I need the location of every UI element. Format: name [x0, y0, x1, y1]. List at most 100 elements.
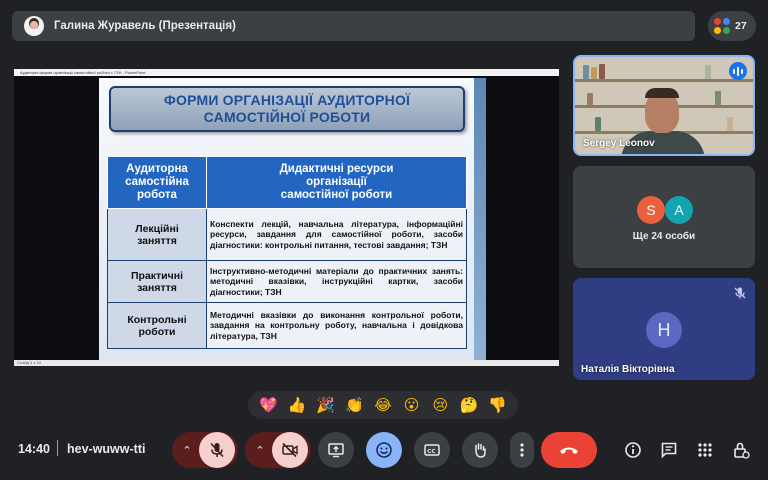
chevron-up-icon[interactable]: ⌃ — [248, 444, 272, 457]
present-button[interactable] — [318, 432, 354, 468]
participant-count: 27 — [735, 20, 747, 32]
book — [595, 117, 601, 131]
reaction-laugh[interactable]: 😂 — [372, 397, 394, 413]
participant-tile-others[interactable]: S A Ще 24 особи — [573, 166, 755, 268]
divider — [57, 440, 58, 456]
mic-off-icon — [734, 287, 746, 299]
participant-name: Наталія Вікторівна — [581, 364, 675, 375]
header-col1-line: робота — [137, 189, 177, 201]
table-header-col1: Аудиторна самостійна робота — [107, 156, 207, 209]
row-kind-line: Контрольні — [127, 313, 187, 326]
shared-window-title: Аудиторні форми організації самостійної … — [14, 69, 559, 76]
reaction-sad[interactable]: 😢 — [429, 397, 451, 413]
row-resources: Методичні вказівки до виконання контроль… — [206, 302, 467, 349]
presenter-avatar — [24, 16, 44, 36]
table-row: Практичні заняття Інструктивно-методичні… — [107, 260, 467, 303]
mic-off-icon — [210, 442, 224, 458]
slide-title-line1: ФОРМИ ОРГАНІЗАЦІЇ АУДИТОРНОЇ — [163, 92, 411, 108]
chat-icon — [661, 442, 677, 459]
book — [599, 64, 605, 79]
row-kind: Практичні заняття — [107, 260, 207, 303]
host-controls-button[interactable] — [731, 440, 751, 460]
row-kind: Лекційні заняття — [107, 208, 207, 261]
captions-icon: CC — [424, 444, 440, 456]
shared-screen: Аудиторні форми організації самостійної … — [14, 69, 559, 366]
row-resources: Конспекти лекцій, навчальна література, … — [206, 208, 467, 261]
slide-decoration — [474, 78, 486, 360]
meeting-code: hev-wuww-tti — [67, 442, 146, 456]
camera-control: ⌃ — [245, 432, 311, 468]
row-kind: Контрольні роботи — [107, 302, 207, 349]
header-col1-line: Аудиторна — [126, 163, 188, 175]
captions-button[interactable]: CC — [414, 432, 450, 468]
reaction-thinking[interactable]: 🤔 — [458, 397, 480, 413]
reaction-thumbs-up[interactable]: 👍 — [286, 397, 308, 413]
camera-toggle-button[interactable] — [272, 432, 308, 468]
bookshelf — [575, 79, 753, 82]
chat-button[interactable] — [659, 440, 679, 460]
slide-table: Аудиторна самостійна робота Дидактичні р… — [107, 156, 467, 349]
row-resources: Інструктивно-методичні матеріали до прак… — [206, 260, 467, 303]
leave-call-button[interactable] — [541, 432, 597, 468]
header-col1-line: самостійна — [125, 176, 189, 188]
reaction-clap[interactable]: 👏 — [343, 397, 365, 413]
reaction-surprised[interactable]: 😮 — [401, 397, 423, 413]
others-count-label: Ще 24 особи — [632, 231, 696, 242]
row-kind-line: Практичні — [130, 269, 183, 282]
row-kind-line: заняття — [137, 234, 177, 247]
participants-button[interactable]: 27 — [708, 11, 756, 41]
participant-tile-natalia[interactable]: Н Наталія Вікторівна — [573, 278, 755, 380]
presentation-slide: ФОРМИ ОРГАНІЗАЦІЇ АУДИТОРНОЇ САМОСТІЙНОЇ… — [99, 78, 474, 360]
table-header-row: Аудиторна самостійна робота Дидактичні р… — [107, 156, 467, 209]
svg-text:CC: CC — [427, 449, 435, 455]
avatar: Н — [646, 312, 682, 348]
book — [587, 93, 593, 105]
header-col2-line: самостійної роботи — [280, 189, 393, 201]
mic-control: ⌃ — [172, 432, 238, 468]
activities-icon — [698, 443, 712, 457]
slide-title: ФОРМИ ОРГАНІЗАЦІЇ АУДИТОРНОЇ САМОСТІЙНОЇ… — [109, 86, 465, 132]
presenter-name: Галина Журавель (Презентація) — [54, 20, 236, 32]
presenter-bar: Галина Журавель (Презентація) — [12, 11, 695, 41]
more-options-icon — [520, 443, 524, 457]
book — [583, 65, 589, 79]
reaction-thumbs-down[interactable]: 👎 — [487, 397, 509, 413]
chevron-up-icon[interactable]: ⌃ — [175, 444, 199, 457]
shared-status-bar: Слайд 4 з 10 — [14, 360, 559, 366]
activities-button[interactable] — [695, 440, 715, 460]
raise-hand-button[interactable] — [462, 432, 498, 468]
row-kind-line: заняття — [137, 281, 177, 294]
book — [591, 67, 597, 79]
reactions-bar: 💖 👍 🎉 👏 😂 😮 😢 🤔 👎 — [248, 391, 518, 419]
participant-name: Sergey Leonov — [583, 138, 655, 149]
book — [727, 117, 733, 131]
reactions-button[interactable] — [366, 432, 402, 468]
avatar: A — [665, 196, 693, 224]
meeting-time: 14:40 — [18, 442, 50, 456]
more-options-button[interactable] — [510, 432, 534, 468]
table-header-col2: Дидактичні ресурси організації самостійн… — [206, 156, 467, 209]
person-hair — [645, 88, 679, 98]
speaking-indicator-icon — [729, 62, 747, 80]
avatar: S — [637, 196, 665, 224]
info-icon — [625, 442, 641, 458]
participants-icon — [714, 18, 730, 34]
table-row: Лекційні заняття Конспекти лекцій, навча… — [107, 208, 467, 261]
end-call-icon — [560, 447, 578, 454]
row-kind-line: роботи — [138, 325, 176, 338]
reaction-heart[interactable]: 💖 — [257, 397, 279, 413]
meeting-details-button[interactable] — [623, 440, 643, 460]
header-col2-line: Дидактичні ресурси — [279, 163, 394, 175]
host-controls-icon — [734, 442, 750, 459]
participant-tile-sergey[interactable]: Sergey Leonov — [573, 55, 755, 156]
book — [705, 65, 711, 79]
slide-title-line2: САМОСТІЙНОЇ РОБОТИ — [203, 109, 371, 125]
row-kind-line: Лекційні — [135, 222, 179, 235]
reaction-party[interactable]: 🎉 — [315, 397, 337, 413]
table-row: Контрольні роботи Методичні вказівки до … — [107, 302, 467, 349]
emoji-icon — [376, 442, 392, 458]
mic-toggle-button[interactable] — [199, 432, 235, 468]
raise-hand-icon — [475, 443, 486, 458]
book — [715, 91, 721, 105]
present-screen-icon — [328, 443, 344, 458]
